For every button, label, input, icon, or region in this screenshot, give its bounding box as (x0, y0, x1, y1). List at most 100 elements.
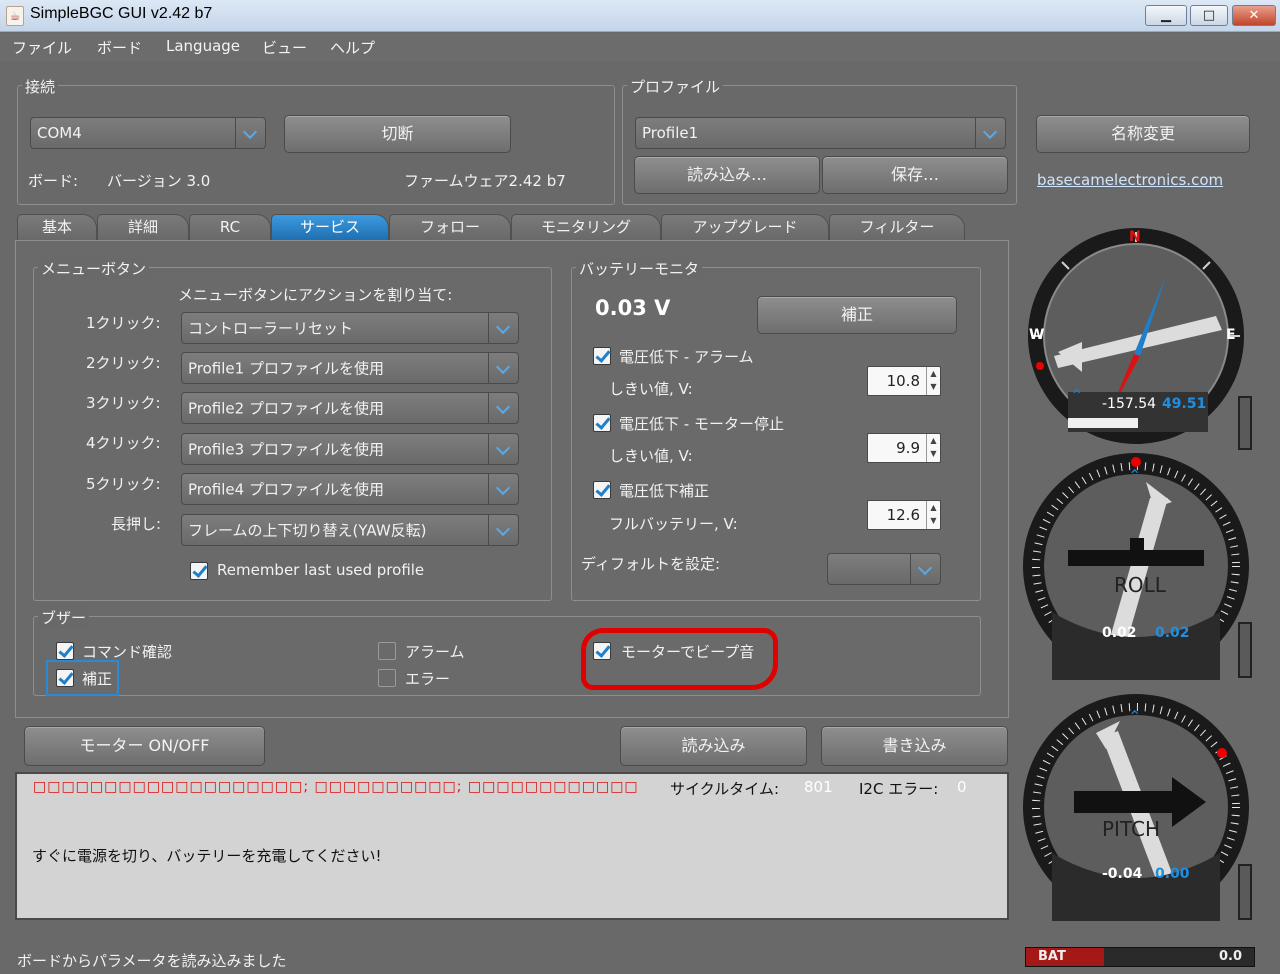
command-confirm-label: コマンド確認 (82, 643, 173, 661)
roll-label: ROLL (1114, 573, 1166, 597)
click1-select[interactable]: コントローラーリセット (181, 312, 519, 344)
compass-heading-bar (1068, 418, 1138, 428)
cycle-time-value: 801 (804, 778, 833, 796)
low-voltage-stop-checkbox[interactable] (593, 414, 611, 432)
java-app-icon: ☕ (6, 6, 24, 26)
low-voltage-stop-label: 電圧低下 - モーター停止 (619, 415, 784, 433)
menu-language[interactable]: Language (166, 37, 240, 55)
click5-select[interactable]: Profile4 プロファイルを使用 (181, 473, 519, 505)
stop-threshold-label: しきい値, V: (609, 447, 693, 465)
alarm-threshold-label: しきい値, V: (609, 380, 693, 398)
title-bar: ☕ SimpleBGC GUI v2.42 b7 ▁ □ ✕ (0, 0, 1280, 32)
roll-level-bar (1238, 622, 1252, 678)
motor-onoff-button[interactable]: モーター ON/OFF (24, 726, 265, 766)
error-label: エラー (405, 670, 451, 688)
tab-upgrade[interactable]: アップグレード (661, 214, 829, 240)
click5-select-value: Profile4 プロファイルを使用 (188, 480, 384, 499)
alarm-checkbox[interactable] (378, 642, 396, 660)
compass-gauge: N W E -157.54 49.51 ⌃ (1026, 226, 1246, 446)
rename-button[interactable]: 名称変更 (1036, 115, 1250, 153)
command-confirm-checkbox[interactable] (56, 642, 74, 660)
compass-value-secondary: 49.51 (1162, 396, 1207, 412)
port-select[interactable]: COM4 (30, 117, 266, 149)
profile-group-title: プロファイル (627, 76, 724, 97)
click4-select-value: Profile3 プロファイルを使用 (188, 440, 384, 459)
write-button[interactable]: 書き込み (821, 726, 1008, 766)
chevron-down-icon (488, 434, 518, 464)
read-button[interactable]: 読み込み (620, 726, 807, 766)
alarm-threshold-spinner[interactable]: 10.8 ▲ ▼ (867, 366, 941, 396)
full-battery-spinner[interactable]: 12.6 ▲ ▼ (867, 500, 941, 530)
minimize-button[interactable]: ▁ (1145, 5, 1187, 26)
spinner-arrows-icon[interactable]: ▲ ▼ (926, 501, 940, 529)
console-panel: □□□□□□□□□□□□□□□□□□□; □□□□□□□□□□; □□□□□□□… (15, 772, 1009, 920)
pitch-dial (1023, 694, 1249, 921)
full-battery-value: 12.6 (886, 506, 920, 524)
spinner-arrows-icon[interactable]: ▲ ▼ (926, 434, 940, 462)
full-battery-label: フルバッテリー, V: (609, 515, 738, 533)
click2-select[interactable]: Profile1 プロファイルを使用 (181, 352, 519, 384)
disconnect-button[interactable]: 切断 (284, 115, 511, 153)
profile-load-button[interactable]: 読み込み… (634, 156, 820, 194)
tab-service[interactable]: サービス (271, 214, 389, 240)
red-highlight-annotation (581, 628, 778, 690)
chevron-down-icon (488, 474, 518, 504)
maximize-button[interactable]: □ (1190, 5, 1228, 26)
status-text: ボードからパラメータを読み込みました (17, 952, 287, 970)
tab-filter[interactable]: フィルター (829, 214, 965, 240)
voltage-comp-checkbox[interactable] (593, 481, 611, 499)
tab-rc[interactable]: RC (189, 214, 271, 240)
tab-basic[interactable]: 基本 (17, 214, 97, 240)
tab-advanced[interactable]: 詳細 (97, 214, 189, 240)
menu-view[interactable]: ビュー (262, 37, 307, 58)
low-voltage-alarm-checkbox[interactable] (593, 347, 611, 365)
spinner-arrows-icon[interactable]: ▲ ▼ (926, 367, 940, 395)
menu-board[interactable]: ボード (97, 37, 142, 58)
tab-monitoring[interactable]: モニタリング (511, 214, 661, 240)
click1-label: 1クリック: (86, 314, 161, 332)
battery-bar-label: BAT (1038, 949, 1066, 964)
pitch-gauge: PITCH -0.04 0.00 ⌃ (1022, 693, 1250, 921)
click4-select[interactable]: Profile3 プロファイルを使用 (181, 433, 519, 465)
menu-bar: ファイル ボード Language ビュー ヘルプ (0, 33, 1280, 61)
battery-calibrate-button[interactable]: 補正 (757, 296, 957, 334)
tab-follow[interactable]: フォロー (389, 214, 511, 240)
window-title: SimpleBGC GUI v2.42 b7 (30, 5, 213, 22)
stop-threshold-spinner[interactable]: 9.9 ▲ ▼ (867, 433, 941, 463)
chevron-down-icon (488, 393, 518, 423)
compass-west-label: W (1029, 327, 1045, 343)
stop-threshold-value: 9.9 (896, 439, 920, 457)
pitch-value: -0.04 (1102, 866, 1143, 882)
click4-label: 4クリック: (86, 434, 161, 452)
i2c-error-label: I2C エラー: (859, 780, 939, 798)
chevron-down-icon (488, 515, 518, 545)
console-error-line: □□□□□□□□□□□□□□□□□□□; □□□□□□□□□□; □□□□□□□… (33, 779, 639, 795)
compass-value: -157.54 (1102, 396, 1157, 412)
battery-bar-value: 0.0 (1218, 949, 1242, 964)
close-button[interactable]: ✕ (1232, 5, 1276, 26)
menu-buttons-heading: メニューボタンにアクションを割り当て: (178, 286, 453, 304)
cycle-time-label: サイクルタイム: (670, 780, 780, 798)
roll-gauge: ROLL 0.02 0.02 ⌃ (1022, 452, 1250, 680)
battery-voltage: 0.03 V (595, 296, 671, 320)
roll-value-secondary: 0.02 (1155, 625, 1190, 641)
board-version: バージョン 3.0 (107, 172, 211, 190)
default-select[interactable] (827, 553, 941, 585)
menu-help[interactable]: ヘルプ (330, 37, 375, 58)
compass-north-label: N (1129, 229, 1141, 245)
pitch-value-secondary: 0.00 (1155, 866, 1190, 882)
remember-profile-checkbox[interactable] (190, 562, 208, 580)
i2c-error-value: 0 (957, 778, 967, 796)
website-link[interactable]: basecamelectronics.com (1037, 171, 1223, 189)
buzzer-group-title: ブザー (38, 607, 90, 628)
error-checkbox[interactable] (378, 669, 396, 687)
click3-select[interactable]: Profile2 プロファイルを使用 (181, 392, 519, 424)
buzzer-calibrate-checkbox[interactable] (56, 669, 74, 687)
roll-value: 0.02 (1102, 625, 1137, 641)
roll-dial (1023, 453, 1249, 680)
profile-select[interactable]: Profile1 (635, 117, 1006, 149)
menu-file[interactable]: ファイル (12, 37, 72, 58)
long-press-select[interactable]: フレームの上下切り替え(YAW反転) (181, 514, 519, 546)
compass-dial (1028, 228, 1244, 444)
profile-save-button[interactable]: 保存… (822, 156, 1008, 194)
